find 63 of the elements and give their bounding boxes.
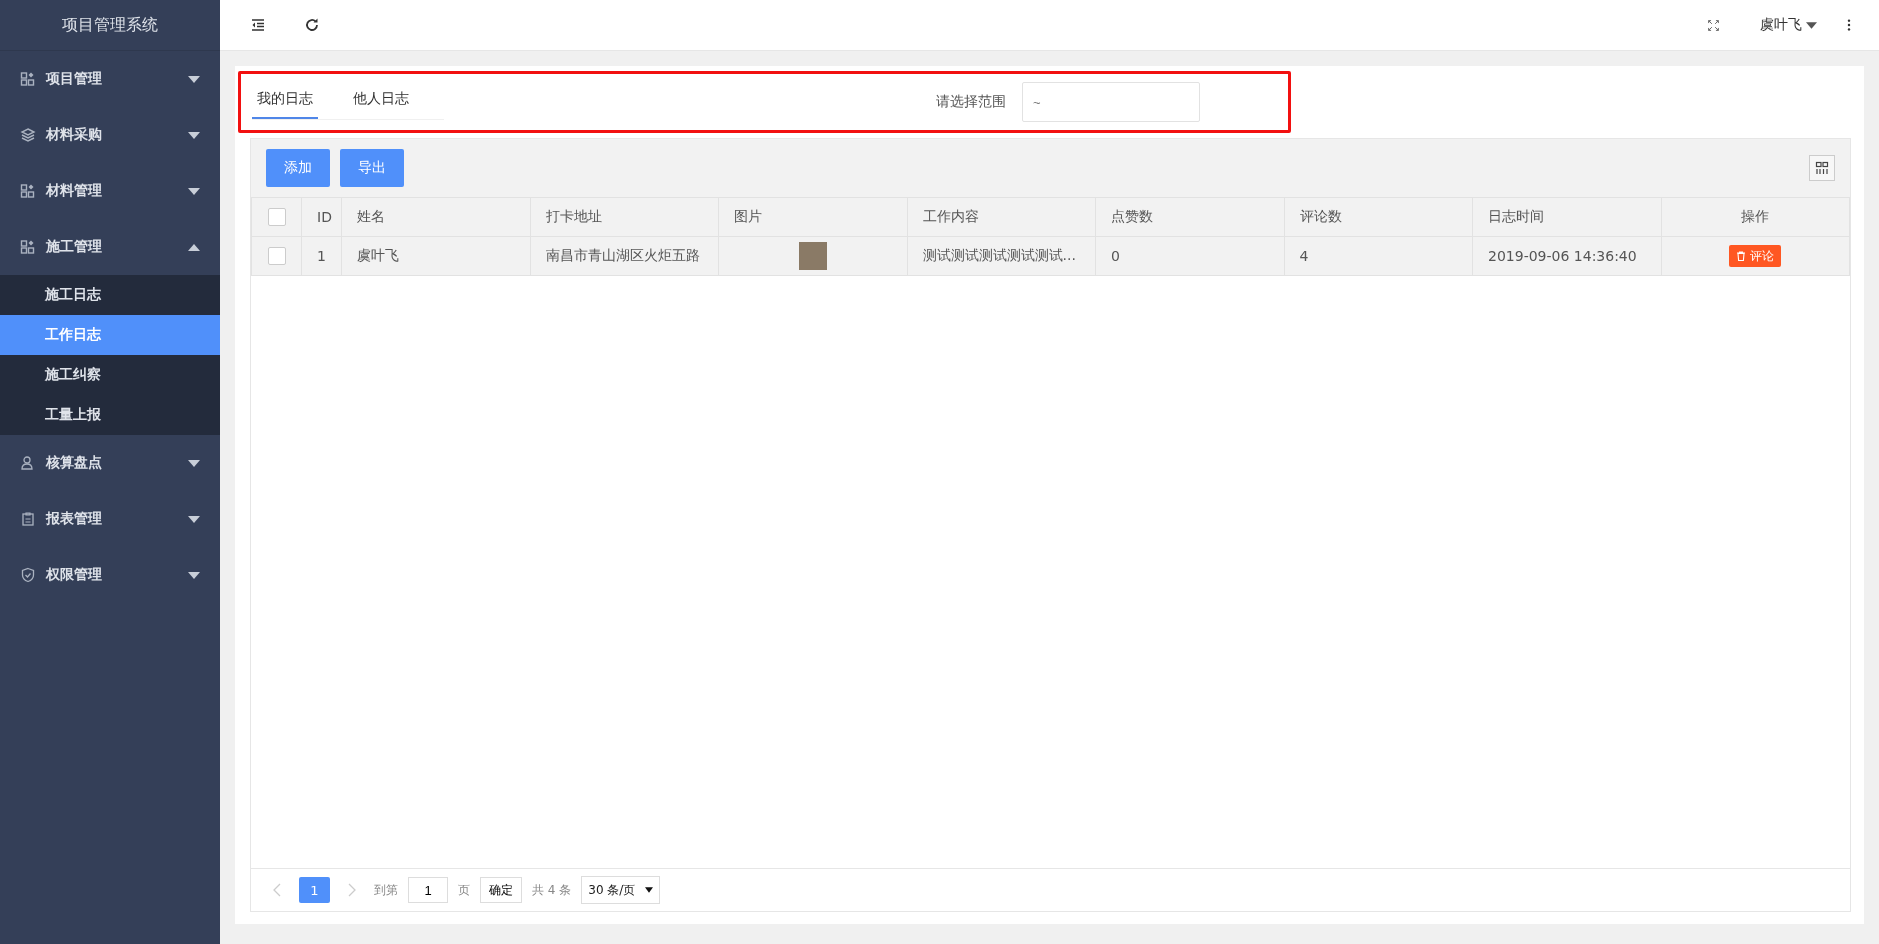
more-icon[interactable] xyxy=(1847,18,1851,32)
menu-item[interactable]: 施工管理 xyxy=(0,219,220,275)
row-checkbox[interactable] xyxy=(267,247,286,265)
caret-up-icon xyxy=(188,243,200,251)
column-header: 操作 xyxy=(1741,208,1770,224)
trash-icon xyxy=(1736,251,1747,261)
table-cell: 0 xyxy=(1111,248,1120,264)
menu-item[interactable]: 材料采购 xyxy=(0,107,220,163)
caret-down-icon xyxy=(188,459,200,467)
table-cell: 测试测试测试测试测试... xyxy=(922,247,1076,263)
goto-label: 到第 xyxy=(374,881,398,899)
submenu-item[interactable]: 施工纠察 xyxy=(0,355,220,395)
tab[interactable]: 他人日志 xyxy=(348,80,414,119)
photo-placeholder xyxy=(798,242,827,270)
column-header: ID xyxy=(317,209,332,225)
table-cell: 1 xyxy=(317,248,326,264)
column-header: 图片 xyxy=(734,208,762,224)
page-input[interactable]: 1 xyxy=(408,877,448,903)
total-count: 共 4 条 xyxy=(532,881,572,899)
menu-item[interactable]: 权限管理 xyxy=(0,547,220,603)
column-header: 工作内容 xyxy=(922,208,979,224)
column-header: 点赞数 xyxy=(1111,208,1153,224)
columns-button[interactable] xyxy=(1809,155,1835,181)
caret-down-icon xyxy=(188,515,200,523)
refresh-icon[interactable] xyxy=(304,17,320,33)
menu-item[interactable]: 报表管理 xyxy=(0,491,220,547)
layers-icon xyxy=(20,127,36,143)
menu-item[interactable]: 材料管理 xyxy=(0,163,220,219)
menu-item[interactable]: 项目管理 xyxy=(0,51,220,107)
column-header: 日志时间 xyxy=(1488,208,1544,224)
column-header: 评论数 xyxy=(1299,208,1342,224)
menu-fold-icon[interactable] xyxy=(250,17,266,33)
submenu-item[interactable]: 工量上报 xyxy=(0,395,220,435)
column-header: 姓名 xyxy=(357,208,385,224)
caret-down-icon xyxy=(188,131,200,139)
caret-down-icon xyxy=(188,571,200,579)
table-cell: 4 xyxy=(1299,248,1309,264)
user-menu[interactable]: 虞叶飞 xyxy=(1760,16,1817,34)
table-cell: 虞叶飞 xyxy=(357,247,399,263)
page-size-select[interactable]: 30 条/页 xyxy=(581,876,661,904)
grid-icon xyxy=(20,239,36,255)
grid-icon xyxy=(20,183,36,199)
table-cell: 2019-09-06 14:36:40 xyxy=(1488,248,1637,264)
user-icon xyxy=(20,455,36,471)
clipboard-icon xyxy=(20,511,36,527)
column-header: 打卡地址 xyxy=(545,208,602,224)
menu-item[interactable]: 核算盘点 xyxy=(0,435,220,491)
columns-icon xyxy=(1815,161,1829,175)
caret-down-icon xyxy=(188,187,200,195)
select-all-checkbox[interactable] xyxy=(267,208,286,226)
shield-icon xyxy=(20,567,36,583)
fullscreen-icon[interactable] xyxy=(1707,18,1720,32)
table-cell: 南昌市青山湖区火炬五路 xyxy=(545,247,700,263)
submenu-item[interactable]: 施工日志 xyxy=(0,275,220,315)
confirm-button[interactable]: 确定 xyxy=(480,877,522,903)
tab[interactable]: 我的日志 xyxy=(252,80,318,119)
caret-down-icon xyxy=(645,887,654,893)
grid-icon xyxy=(20,71,36,87)
caret-down-icon xyxy=(188,75,200,83)
page-unit: 页 xyxy=(458,881,470,899)
date-range-field[interactable]: ~ xyxy=(1022,82,1200,122)
caret-down-icon xyxy=(1806,21,1817,29)
range-label: 请选择范围 xyxy=(936,93,1006,111)
